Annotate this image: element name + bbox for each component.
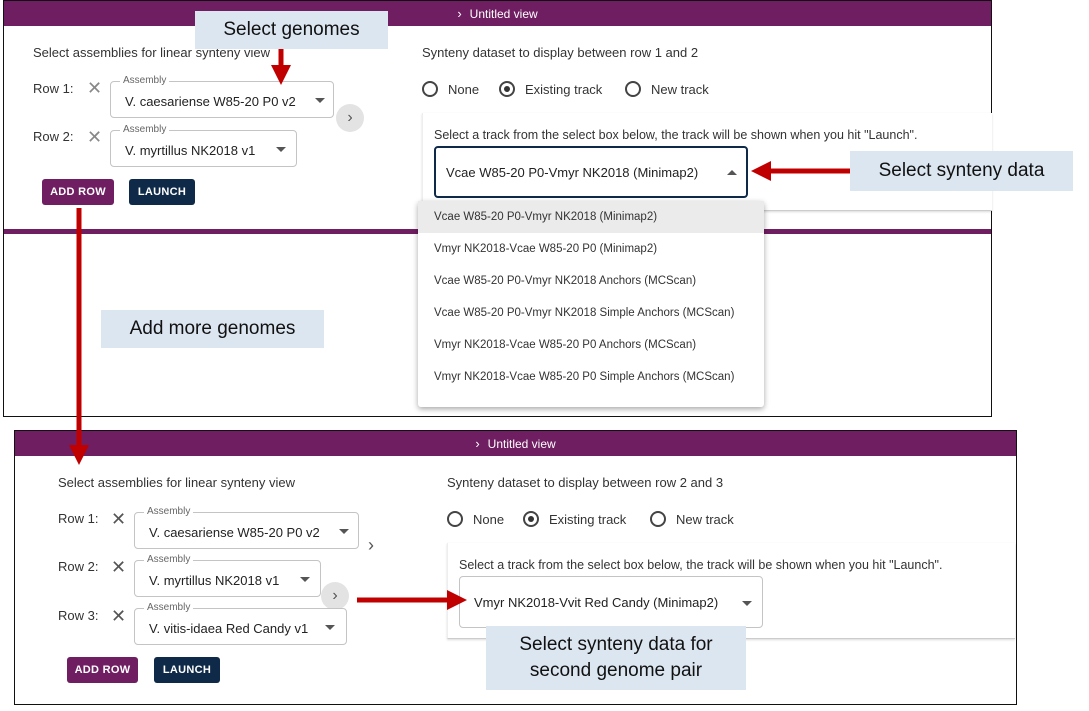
close-icon[interactable]: ✕ <box>111 607 126 625</box>
close-icon[interactable]: ✕ <box>111 510 126 528</box>
chevron-right-icon[interactable]: › <box>336 104 364 132</box>
radio-circle-selected <box>499 81 515 97</box>
track-selector-card: Select a track from the select box below… <box>447 543 1015 639</box>
callout-select-synteny-data: Select synteny data <box>850 151 1073 191</box>
radio-label: None <box>473 511 505 527</box>
radio-circle <box>650 511 666 527</box>
assembly-select-row-2[interactable]: Assembly V. myrtillus NK2018 v1 <box>134 554 321 597</box>
assembly-select-row-1[interactable]: Assembly V. caesariense W85-20 P0 v2 <box>134 506 359 549</box>
track-select-value: Vmyr NK2018-Vvit Red Candy (Minimap2) <box>474 595 719 610</box>
dropdown-option[interactable]: Vcae W85-20 P0-Vmyr NK2018 Simple Anchor… <box>418 297 764 329</box>
caret-down-icon <box>300 577 310 582</box>
row-2-label: Row 2: <box>33 129 74 144</box>
caret-down-icon <box>339 529 349 534</box>
track-hint: Select a track from the select box below… <box>459 558 943 572</box>
track-select-value: Vcae W85-20 P0-Vmyr NK2018 (Minimap2) <box>446 165 699 180</box>
assembly-legend: Assembly <box>120 75 170 86</box>
radio-none[interactable]: None <box>447 511 504 527</box>
dropdown-option[interactable]: Vcae W85-20 P0-Vmyr NK2018 (Minimap2) <box>418 201 764 233</box>
synteny-heading: Synteny dataset to display between row 1… <box>422 45 699 60</box>
assembly-select-row-3[interactable]: Assembly V. vitis-idaea Red Candy v1 <box>134 602 347 645</box>
row-2-label: Row 2: <box>58 559 99 574</box>
dropdown-option[interactable]: Vcae W85-20 P0-Vmyr NK2018 Anchors (MCSc… <box>418 265 764 297</box>
caret-down-icon <box>325 625 335 630</box>
track-select[interactable]: Vcae W85-20 P0-Vmyr NK2018 (Minimap2) <box>434 146 748 198</box>
view-title-bar[interactable]: › Untitled view <box>4 1 991 26</box>
chevron-right-icon: › <box>475 436 480 451</box>
dropdown-option[interactable]: Vmyr NK2018-Vcae W85-20 P0 (Minimap2) <box>418 233 764 265</box>
chevron-right-icon: › <box>457 6 462 21</box>
close-icon[interactable]: ✕ <box>87 128 102 146</box>
callout-add-more-genomes: Add more genomes <box>101 310 324 348</box>
caret-down-icon <box>315 98 325 103</box>
radio-circle <box>625 81 641 97</box>
synteny-heading: Synteny dataset to display between row 2… <box>447 475 724 490</box>
radio-label: Existing track <box>549 511 627 527</box>
radio-label: New track <box>651 81 709 97</box>
assembly-legend: Assembly <box>144 602 194 613</box>
callout-second-genome-pair: Select synteny data for second genome pa… <box>486 626 746 690</box>
close-icon[interactable]: ✕ <box>87 79 102 97</box>
assembly-legend: Assembly <box>120 124 170 135</box>
track-hint: Select a track from the select box below… <box>434 128 918 142</box>
radio-circle-selected <box>523 511 539 527</box>
row-3-label: Row 3: <box>58 608 99 623</box>
radio-label: None <box>448 81 480 97</box>
row-1-label: Row 1: <box>58 511 99 526</box>
launch-button[interactable]: LAUNCH <box>154 657 220 683</box>
assembly-select-row-2[interactable]: Assembly V. myrtillus NK2018 v1 <box>110 124 297 167</box>
radio-label: New track <box>676 511 734 527</box>
add-row-button[interactable]: ADD ROW <box>42 179 114 205</box>
linear-synteny-view-panel-1: › Untitled view Select assemblies for li… <box>3 0 992 417</box>
track-dropdown-menu: Vcae W85-20 P0-Vmyr NK2018 (Minimap2) Vm… <box>418 201 764 407</box>
launch-button[interactable]: LAUNCH <box>129 179 195 205</box>
assembly-legend: Assembly <box>144 554 194 565</box>
assembly-value: V. vitis-idaea Red Candy v1 <box>149 621 309 636</box>
dropdown-option[interactable]: Vmyr NK2018-Vcae W85-20 P0 Simple Anchor… <box>418 361 764 393</box>
assemblies-heading: Select assemblies for linear synteny vie… <box>58 475 295 490</box>
view-title-bar[interactable]: › Untitled view <box>15 431 1016 456</box>
view-title: Untitled view <box>469 6 538 21</box>
radio-new-track[interactable]: New track <box>625 81 709 97</box>
close-icon[interactable]: ✕ <box>111 558 126 576</box>
row-1-label: Row 1: <box>33 81 74 96</box>
radio-existing-track[interactable]: Existing track <box>523 511 626 527</box>
caret-up-icon <box>727 170 737 175</box>
view-title: Untitled view <box>487 436 556 451</box>
assembly-value: V. myrtillus NK2018 v1 <box>125 143 256 158</box>
chevron-right-icon[interactable]: › <box>321 582 349 610</box>
dropdown-option[interactable]: Vmyr NK2018-Vcae W85-20 P0 Anchors (MCSc… <box>418 329 764 361</box>
assembly-select-row-1[interactable]: Assembly V. caesariense W85-20 P0 v2 <box>110 75 334 118</box>
radio-existing-track[interactable]: Existing track <box>499 81 602 97</box>
radio-new-track[interactable]: New track <box>650 511 734 527</box>
radio-label: Existing track <box>525 81 603 97</box>
assembly-value: V. caesariense W85-20 P0 v2 <box>149 525 320 540</box>
radio-circle <box>447 511 463 527</box>
assembly-value: V. caesariense W85-20 P0 v2 <box>125 94 296 109</box>
chevron-right-icon[interactable]: › <box>368 535 374 556</box>
callout-select-genomes: Select genomes <box>195 11 388 49</box>
add-row-button[interactable]: ADD ROW <box>67 657 138 683</box>
assembly-legend: Assembly <box>144 506 194 517</box>
caret-down-icon <box>742 601 752 606</box>
radio-circle <box>422 81 438 97</box>
caret-down-icon <box>276 147 286 152</box>
radio-none[interactable]: None <box>422 81 479 97</box>
track-select[interactable]: Vmyr NK2018-Vvit Red Candy (Minimap2) <box>459 576 763 628</box>
assembly-value: V. myrtillus NK2018 v1 <box>149 573 280 588</box>
